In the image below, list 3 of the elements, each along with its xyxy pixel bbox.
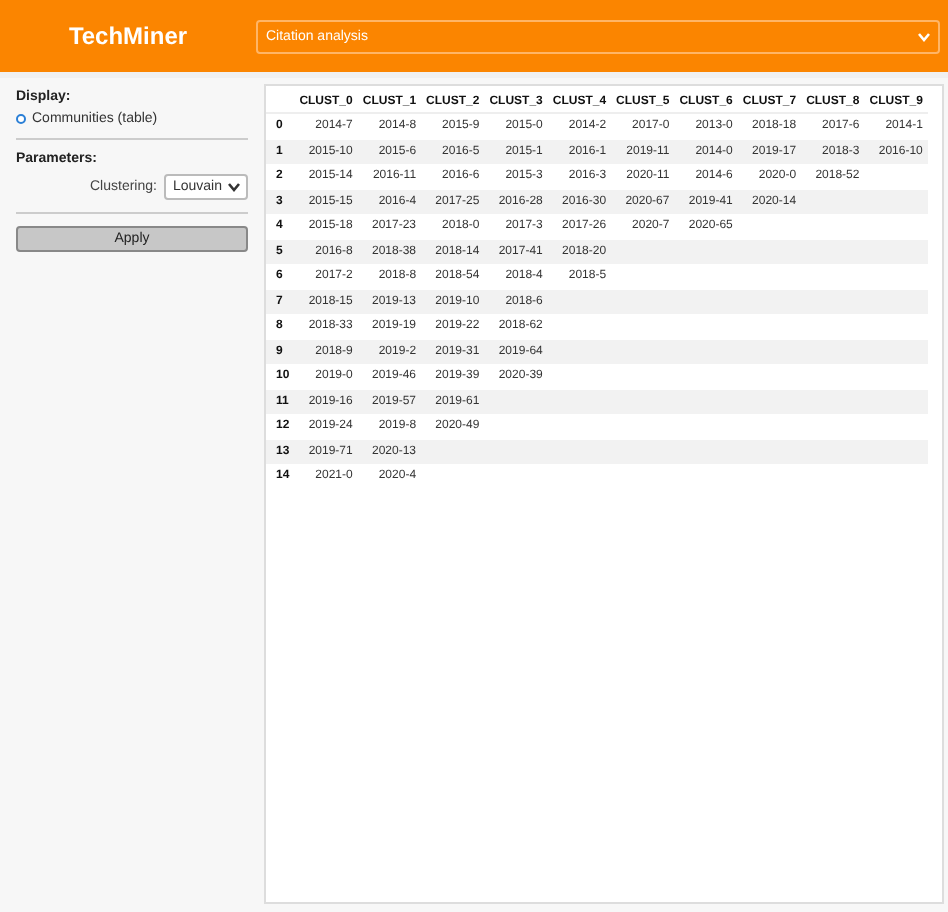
caret-icon — [918, 31, 930, 41]
app-title: TechMiner — [66, 22, 190, 50]
caret-icon — [228, 182, 240, 192]
